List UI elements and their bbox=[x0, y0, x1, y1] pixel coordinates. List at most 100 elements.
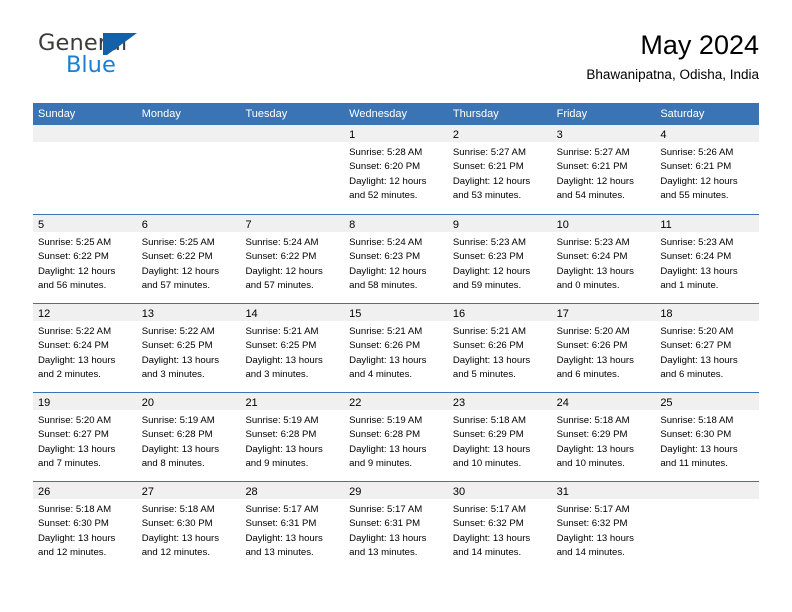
day-number-band: 13 bbox=[136, 304, 241, 321]
day-cell[interactable]: 21 Sunrise: 5:19 AM Sunset: 6:28 PM Dayligh… bbox=[240, 393, 345, 481]
sunrise-text: Sunrise: 5:24 AM bbox=[349, 237, 423, 248]
daylight-text-line2: and 56 minutes. bbox=[38, 279, 107, 291]
day-cell[interactable]: 10 Sunrise: 5:23 AM Sunset: 6:24 PM Dayligh… bbox=[551, 215, 656, 303]
day-details: Sunrise: 5:18 AM Sunset: 6:30 PM Daylight:… bbox=[655, 410, 759, 471]
daylight-text-line1: Daylight: 13 hours bbox=[556, 443, 634, 455]
sunset-text: Sunset: 6:30 PM bbox=[38, 518, 109, 530]
day-details bbox=[137, 142, 241, 146]
day-cell[interactable]: 23 Sunrise: 5:18 AM Sunset: 6:29 PM Dayligh… bbox=[447, 393, 552, 481]
day-details: Sunrise: 5:20 AM Sunset: 6:27 PM Daylight:… bbox=[655, 321, 759, 382]
day-number: 8 bbox=[349, 219, 356, 231]
daylight-text-line1: Daylight: 12 hours bbox=[349, 175, 427, 187]
day-cell[interactable]: 2 Sunrise: 5:27 AM Sunset: 6:21 PM Daylight… bbox=[447, 125, 552, 214]
day-number-band: 15 bbox=[344, 304, 448, 321]
sunset-text: Sunset: 6:27 PM bbox=[38, 429, 109, 441]
sunset-text: Sunset: 6:25 PM bbox=[141, 340, 213, 352]
day-details: Sunrise: 5:20 AM Sunset: 6:26 PM Daylight:… bbox=[552, 321, 656, 382]
day-cell[interactable]: 28 Sunrise: 5:17 AM Sunset: 6:31 PM Dayligh… bbox=[240, 482, 345, 570]
sunset-text: Sunset: 6:30 PM bbox=[660, 429, 732, 441]
day-cell[interactable]: 1 Sunrise: 5:28 AM Sunset: 6:20 PM Daylight… bbox=[344, 125, 448, 214]
daylight-text-line2: and 10 minutes. bbox=[556, 457, 625, 469]
day-number-band: 6 bbox=[136, 215, 241, 232]
day-number: 25 bbox=[660, 397, 673, 409]
day-cell[interactable]: 6 Sunrise: 5:25 AM Sunset: 6:22 PM Daylight… bbox=[136, 215, 241, 303]
daylight-text-line2: and 3 minutes. bbox=[245, 368, 309, 380]
day-cell[interactable]: 24 Sunrise: 5:18 AM Sunset: 6:29 PM Dayligh… bbox=[551, 393, 656, 481]
day-cell[interactable]: 30 Sunrise: 5:17 AM Sunset: 6:32 PM Dayligh… bbox=[447, 482, 552, 570]
day-number: 27 bbox=[141, 486, 154, 498]
day-details: Sunrise: 5:27 AM Sunset: 6:21 PM Daylight:… bbox=[552, 142, 656, 203]
sunrise-text: Sunrise: 5:17 AM bbox=[349, 504, 423, 515]
day-number-band: 4 bbox=[655, 125, 760, 142]
day-cell[interactable]: 11 Sunrise: 5:23 AM Sunset: 6:24 PM Dayligh… bbox=[655, 215, 760, 303]
day-number: 14 bbox=[245, 308, 258, 320]
day-cell[interactable]: 20 Sunrise: 5:19 AM Sunset: 6:28 PM Dayligh… bbox=[136, 393, 241, 481]
sunset-text: Sunset: 6:25 PM bbox=[245, 340, 317, 352]
day-number-band: 28 bbox=[240, 482, 345, 499]
daylight-text-line2: and 52 minutes. bbox=[349, 189, 418, 201]
day-number-band: 20 bbox=[136, 393, 241, 410]
daylight-text-line1: Daylight: 13 hours bbox=[349, 354, 427, 366]
daylight-text-line1: Daylight: 13 hours bbox=[38, 354, 116, 366]
day-cell[interactable]: 27 Sunrise: 5:18 AM Sunset: 6:30 PM Dayligh… bbox=[136, 482, 241, 570]
day-cell[interactable]: 19 Sunrise: 5:20 AM Sunset: 6:27 PM Dayligh… bbox=[33, 393, 137, 481]
day-cell[interactable]: 8 Sunrise: 5:24 AM Sunset: 6:23 PM Daylight… bbox=[344, 215, 448, 303]
day-cell[interactable]: 12 Sunrise: 5:22 AM Sunset: 6:24 PM Dayligh… bbox=[33, 304, 137, 392]
daylight-text-line1: Daylight: 12 hours bbox=[556, 175, 634, 187]
daylight-text-line1: Daylight: 13 hours bbox=[245, 354, 323, 366]
daylight-text-line2: and 58 minutes. bbox=[349, 279, 418, 291]
week-row: 12 Sunrise: 5:22 AM Sunset: 6:24 PM Dayligh… bbox=[33, 303, 760, 392]
sunrise-text: Sunrise: 5:19 AM bbox=[245, 415, 319, 426]
day-cell[interactable]: 31 Sunrise: 5:17 AM Sunset: 6:32 PM Dayligh… bbox=[551, 482, 656, 570]
day-cell[interactable]: 25 Sunrise: 5:18 AM Sunset: 6:30 PM Dayligh… bbox=[655, 393, 760, 481]
day-cell[interactable]: 9 Sunrise: 5:23 AM Sunset: 6:23 PM Daylight… bbox=[447, 215, 552, 303]
daylight-text-line2: and 8 minutes. bbox=[141, 457, 205, 469]
day-cell[interactable]: 22 Sunrise: 5:19 AM Sunset: 6:28 PM Dayligh… bbox=[344, 393, 448, 481]
day-number: 15 bbox=[349, 308, 362, 320]
day-cell[interactable]: 26 Sunrise: 5:18 AM Sunset: 6:30 PM Dayligh… bbox=[33, 482, 137, 570]
day-details: Sunrise: 5:25 AM Sunset: 6:22 PM Daylight:… bbox=[137, 232, 241, 293]
day-cell[interactable]: 5 Sunrise: 5:25 AM Sunset: 6:22 PM Daylight… bbox=[33, 215, 137, 303]
location-subtitle: Bhawanipatna, Odisha, India bbox=[586, 67, 759, 82]
general-blue-logo[interactable]: General Blue bbox=[38, 30, 238, 86]
daylight-text-line1: Daylight: 13 hours bbox=[556, 354, 634, 366]
weekday-wednesday: Wednesday bbox=[349, 108, 408, 120]
day-cell[interactable]: 15 Sunrise: 5:21 AM Sunset: 6:26 PM Dayligh… bbox=[344, 304, 448, 392]
day-number-band: 30 bbox=[447, 482, 552, 499]
day-cell[interactable]: 29 Sunrise: 5:17 AM Sunset: 6:31 PM Dayligh… bbox=[344, 482, 448, 570]
calendar-grid: Sunday Monday Tuesday Wednesday Thursday… bbox=[33, 103, 760, 570]
day-cell[interactable]: 4 Sunrise: 5:26 AM Sunset: 6:21 PM Daylight… bbox=[655, 125, 760, 214]
day-number: 11 bbox=[660, 219, 672, 231]
day-cell[interactable]: 14 Sunrise: 5:21 AM Sunset: 6:25 PM Dayligh… bbox=[240, 304, 345, 392]
day-cell[interactable]: 3 Sunrise: 5:27 AM Sunset: 6:21 PM Daylight… bbox=[551, 125, 656, 214]
day-cell[interactable]: 16 Sunrise: 5:21 AM Sunset: 6:26 PM Dayligh… bbox=[447, 304, 552, 392]
day-cell-empty bbox=[136, 125, 241, 214]
day-number-band: 2 bbox=[447, 125, 552, 142]
sunset-text: Sunset: 6:24 PM bbox=[660, 251, 732, 263]
daylight-text-line1: Daylight: 13 hours bbox=[452, 354, 531, 366]
sunrise-text: Sunrise: 5:24 AM bbox=[245, 237, 319, 248]
day-number: 10 bbox=[556, 219, 569, 231]
sunrise-text: Sunrise: 5:21 AM bbox=[245, 326, 319, 337]
day-cell[interactable]: 13 Sunrise: 5:22 AM Sunset: 6:25 PM Dayligh… bbox=[136, 304, 241, 392]
sunrise-text: Sunrise: 5:25 AM bbox=[141, 237, 215, 248]
sunrise-text: Sunrise: 5:27 AM bbox=[556, 147, 630, 158]
sunrise-text: Sunrise: 5:23 AM bbox=[452, 237, 526, 248]
sunrise-text: Sunrise: 5:21 AM bbox=[452, 326, 526, 337]
daylight-text-line2: and 2 minutes. bbox=[38, 368, 101, 380]
daylight-text-line2: and 5 minutes. bbox=[452, 368, 516, 380]
sunrise-text: Sunrise: 5:17 AM bbox=[452, 504, 526, 515]
daylight-text-line1: Daylight: 12 hours bbox=[660, 175, 738, 187]
sunset-text: Sunset: 6:32 PM bbox=[556, 518, 628, 530]
daylight-text-line1: Daylight: 12 hours bbox=[452, 175, 531, 187]
daylight-text-line1: Daylight: 13 hours bbox=[141, 532, 220, 544]
daylight-text-line2: and 4 minutes. bbox=[349, 368, 413, 380]
day-number-band bbox=[33, 125, 137, 142]
sunset-text: Sunset: 6:21 PM bbox=[452, 161, 524, 173]
week-row: 26 Sunrise: 5:18 AM Sunset: 6:30 PM Dayligh… bbox=[33, 481, 760, 570]
day-cell-empty bbox=[655, 482, 760, 570]
day-cell[interactable]: 17 Sunrise: 5:20 AM Sunset: 6:26 PM Dayligh… bbox=[551, 304, 656, 392]
day-cell[interactable]: 18 Sunrise: 5:20 AM Sunset: 6:27 PM Dayligh… bbox=[655, 304, 760, 392]
daylight-text-line1: Daylight: 13 hours bbox=[141, 354, 220, 366]
day-cell[interactable]: 7 Sunrise: 5:24 AM Sunset: 6:22 PM Daylight… bbox=[240, 215, 345, 303]
